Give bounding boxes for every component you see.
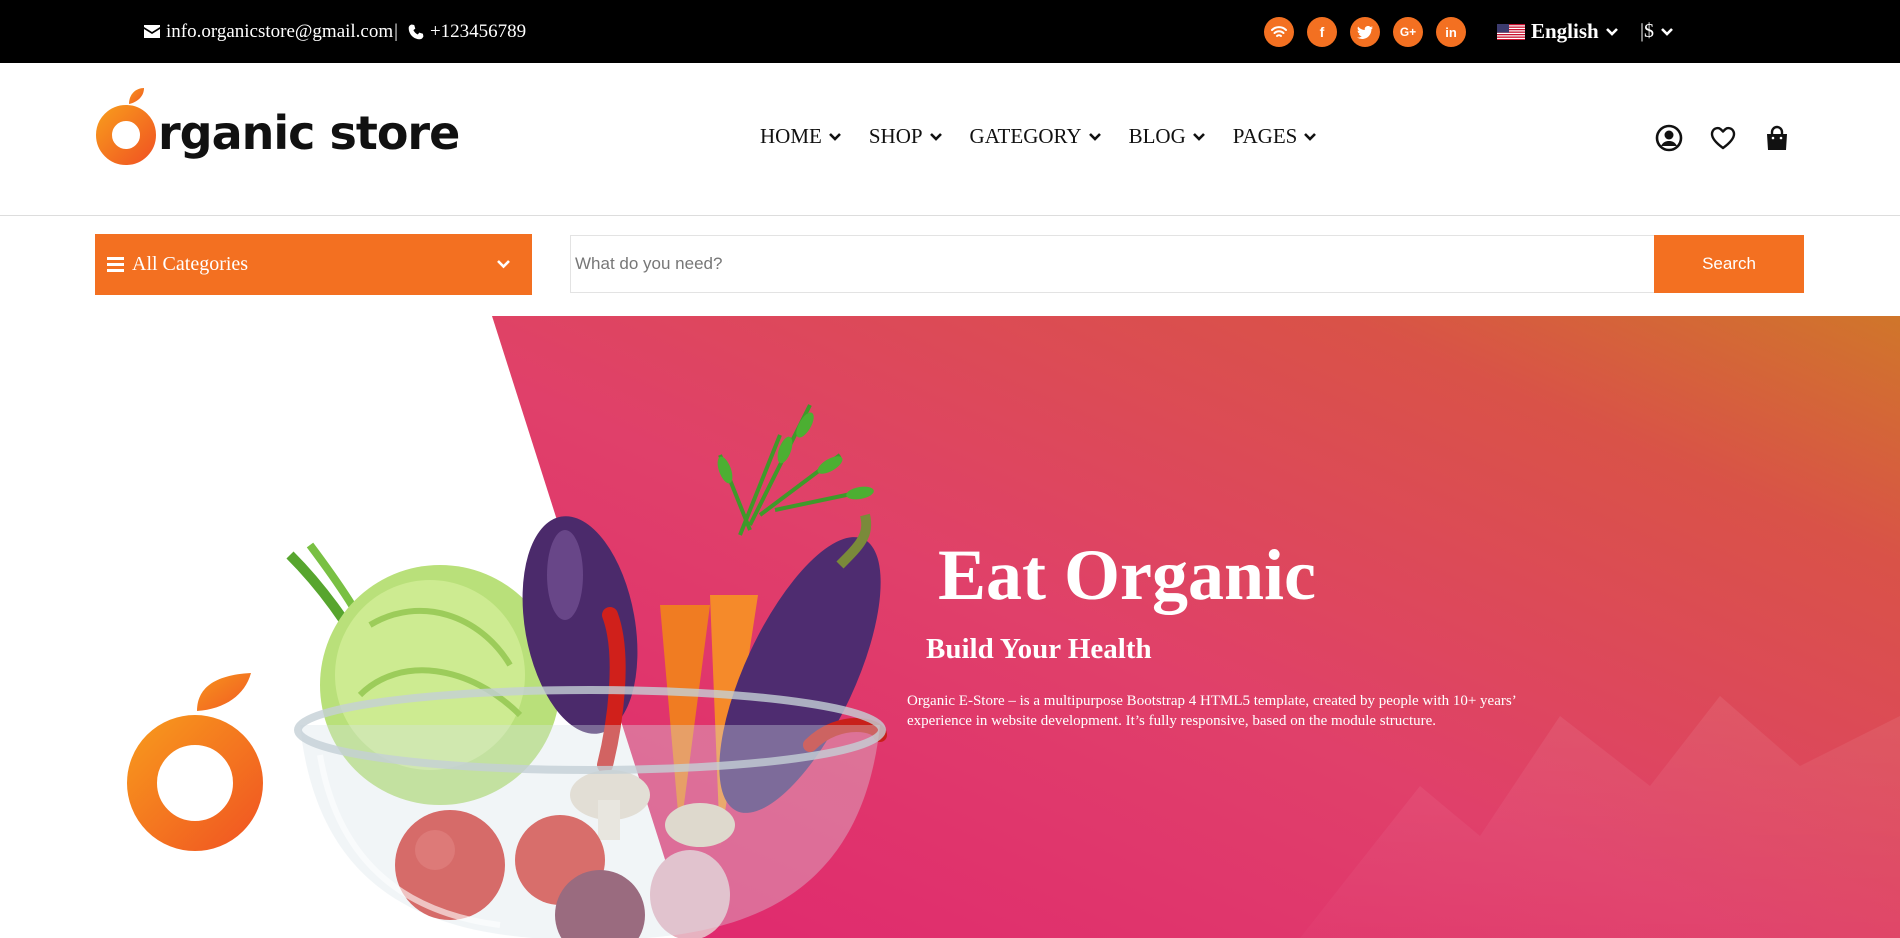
wifi-icon[interactable]	[1264, 17, 1294, 47]
chevron-down-icon	[828, 132, 841, 141]
main-nav: HOME SHOP GATEGORY BLOG PAGES	[760, 124, 1317, 149]
logo-text: rganic store	[158, 106, 460, 160]
top-bar: info.organicstore@gmail.com | +123456789…	[0, 0, 1900, 63]
email-link[interactable]: info.organicstore@gmail.com	[166, 21, 393, 43]
hero-description: Organic E-Store – is a multipurpose Boot…	[907, 693, 1516, 729]
orange-logo-icon	[96, 88, 156, 165]
nav-pages-label: PAGES	[1232, 124, 1298, 148]
google-plus-label: G+	[1399, 25, 1417, 39]
nav-blog-label: BLOG	[1128, 124, 1186, 148]
nav-item-category[interactable]: GATEGORY	[970, 124, 1101, 149]
all-categories-dropdown[interactable]: All Categories	[95, 234, 532, 295]
language-label: English	[1531, 19, 1599, 43]
phone-icon	[408, 24, 424, 39]
facebook-icon[interactable]: f	[1307, 17, 1337, 47]
nav-item-shop[interactable]: SHOP	[869, 124, 942, 149]
phone-link[interactable]: +123456789	[430, 21, 526, 43]
chevron-down-icon	[929, 132, 942, 141]
language-selector[interactable]: English	[1497, 0, 1618, 63]
nav-item-pages[interactable]: PAGES	[1233, 124, 1317, 149]
envelope-icon	[144, 25, 160, 38]
contact-separator: |	[394, 20, 398, 42]
chevron-down-icon	[1304, 132, 1317, 141]
search-box	[570, 235, 1655, 293]
nav-home-label: HOME	[760, 124, 822, 148]
chevron-down-icon	[1088, 132, 1101, 141]
linkedin-icon[interactable]: in	[1436, 17, 1466, 47]
contact-info: info.organicstore@gmail.com | +123456789	[144, 0, 526, 63]
social-links: f G+ in	[1264, 17, 1466, 47]
chevron-down-icon	[1661, 27, 1673, 36]
search-input[interactable]	[571, 236, 1654, 292]
linkedin-label: in	[1445, 24, 1457, 40]
nav-category-label: GATEGORY	[969, 124, 1082, 148]
hero-title: Eat Organic	[938, 535, 1316, 615]
search-button[interactable]: Search	[1654, 235, 1804, 293]
twitter-icon[interactable]	[1350, 17, 1380, 47]
chevron-down-icon	[1192, 132, 1205, 141]
bars-icon	[107, 257, 124, 272]
currency-selector[interactable]: |$	[1640, 0, 1673, 63]
header-actions	[1655, 124, 1791, 152]
nav-item-home[interactable]: HOME	[760, 124, 841, 149]
user-icon[interactable]	[1655, 124, 1683, 152]
google-plus-icon[interactable]: G+	[1393, 17, 1423, 47]
facebook-label: f	[1319, 24, 1325, 40]
hero-subtitle: Build Your Health	[926, 633, 1152, 665]
all-categories-label: All Categories	[132, 253, 249, 275]
chevron-down-icon	[1605, 27, 1618, 36]
us-flag-icon	[1497, 23, 1525, 40]
nav-item-blog[interactable]: BLOG	[1129, 124, 1205, 149]
site-logo[interactable]: rganic store	[96, 86, 460, 166]
chevron-down-icon	[497, 260, 510, 269]
orange-logo-icon	[127, 673, 263, 851]
nav-shop-label: SHOP	[868, 124, 923, 148]
vegetable-bowl-image	[286, 404, 887, 938]
heart-icon[interactable]	[1709, 124, 1737, 152]
currency-label: |$	[1640, 20, 1655, 42]
shopping-bag-icon[interactable]	[1763, 124, 1791, 152]
